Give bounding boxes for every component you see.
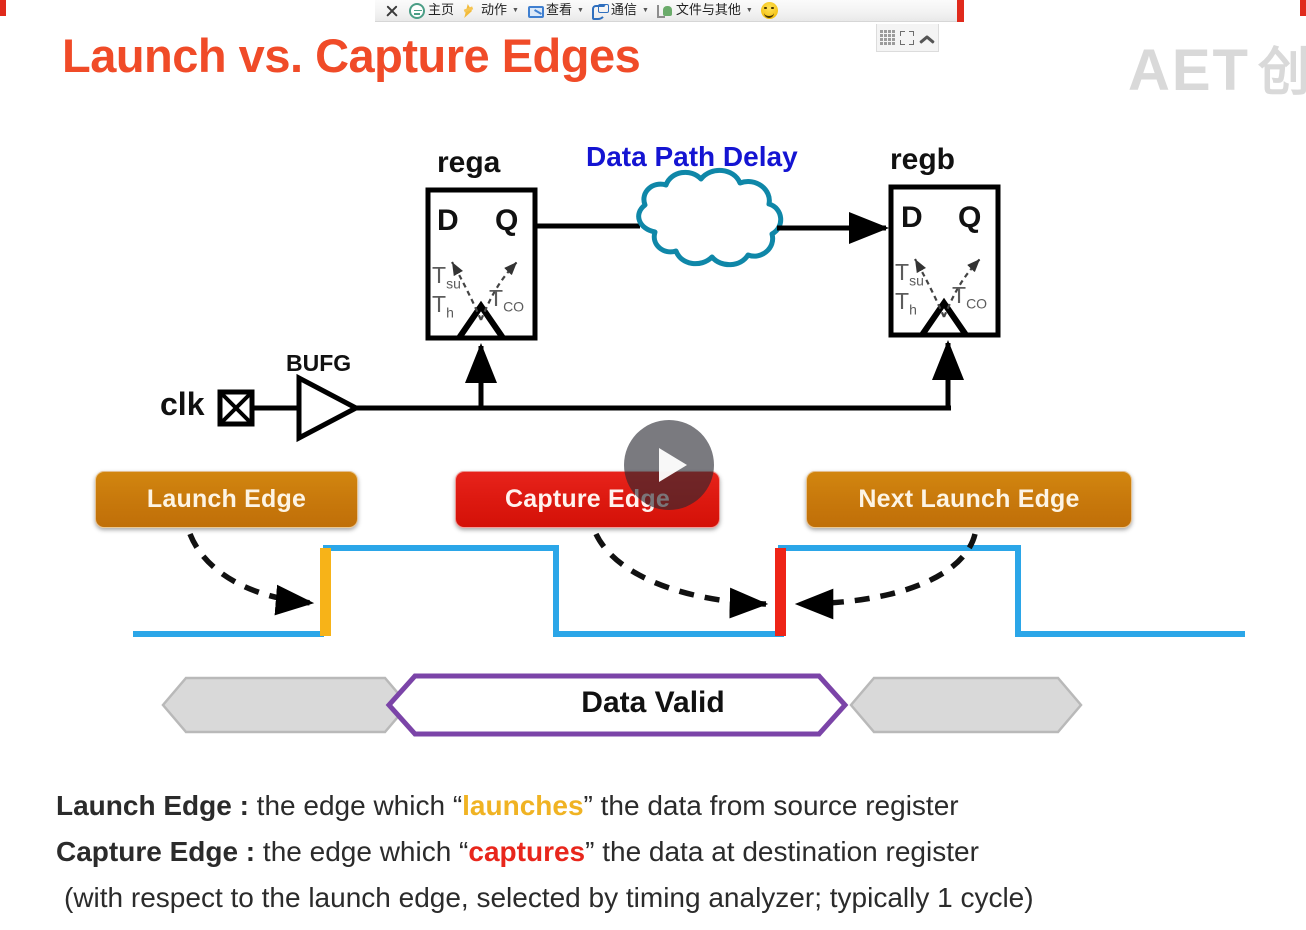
close-button[interactable]	[379, 0, 405, 22]
regb-pin-q: Q	[958, 201, 982, 234]
bolt-icon	[462, 3, 478, 19]
legend-launch-term: Launch Edge :	[56, 790, 249, 821]
close-icon	[383, 2, 401, 20]
launch-edge-badge: Launch Edge	[95, 471, 358, 528]
slide-title: Launch vs. Capture Edges	[62, 29, 641, 82]
fullscreen-icon[interactable]	[899, 30, 914, 45]
register-name-regb: regb	[890, 143, 956, 176]
legend-line-note: (with respect to the launch edge, select…	[64, 882, 1034, 913]
toolbar-item-home[interactable]: 主页	[405, 0, 458, 22]
rega-tco-label: TCO	[489, 285, 525, 315]
chevron-down-icon: ▼	[512, 7, 519, 14]
play-button[interactable]	[624, 420, 714, 510]
home-icon	[409, 2, 425, 19]
chevron-down-icon: ▼	[576, 7, 584, 14]
toolbar-item-communication[interactable]: 通信 ▼	[588, 0, 653, 22]
slide-player-root: 主页 动作 ▼ 查看 ▼ 通信 ▼ 文件与其他 ▼ Launch vs. Cap…	[0, 0, 1306, 930]
watermark: AET 创	[1128, 30, 1306, 105]
register-name-rega: rega	[437, 146, 501, 179]
legend-line-capture: Capture Edge : the edge which “captures”…	[56, 829, 1286, 875]
rega-th-label: Th	[432, 291, 454, 321]
regb-tsu-label: Tsu	[895, 259, 924, 289]
legend: Launch Edge : the edge which “launches” …	[56, 783, 1286, 921]
data-valid-label: Data Valid	[581, 686, 725, 719]
rega-tsu-label: Tsu	[432, 262, 461, 292]
next-launch-edge-badge: Next Launch Edge	[806, 471, 1132, 528]
rega-pin-d: D	[437, 204, 459, 237]
toolbar-label-files-and-other: 文件与其他	[675, 2, 741, 18]
toolbar-item-files-and-other[interactable]: 文件与其他 ▼	[653, 0, 757, 22]
toolbar-label-communication: 通信	[610, 2, 637, 18]
phone-icon	[591, 3, 609, 20]
legend-capture-term: Capture Edge :	[56, 836, 256, 867]
next-launch-edge-label: Next Launch Edge	[858, 485, 1080, 513]
toolbar-label-actions: 动作	[481, 2, 508, 18]
clk-label: clk	[160, 386, 205, 422]
legend-capture-a: the edge which “	[255, 836, 469, 867]
toolbar-label-view: 查看	[545, 2, 572, 18]
legend-capture-highlight: captures	[468, 836, 586, 867]
smiley-button[interactable]	[757, 0, 782, 22]
player-toolbar: 主页 动作 ▼ 查看 ▼ 通信 ▼ 文件与其他 ▼	[375, 0, 964, 22]
grid-icon[interactable]	[879, 30, 895, 45]
play-icon	[658, 448, 687, 482]
rega-pin-q: Q	[495, 204, 519, 237]
smiley-icon	[760, 2, 778, 19]
legend-launch-a: the edge which “	[248, 790, 463, 821]
right-page-edge	[1300, 0, 1306, 16]
view-icon	[527, 3, 544, 19]
left-page-edge	[0, 0, 6, 16]
watermark-text: AET	[1127, 38, 1250, 103]
legend-capture-b: ” the data at destination register	[585, 836, 979, 867]
bufg-label: BUFG	[286, 350, 352, 376]
regb-th-label: Th	[895, 288, 917, 318]
watermark-cn: 创	[1257, 44, 1306, 102]
launch-edge-label: Launch Edge	[146, 485, 307, 513]
regb-tco-label: TCO	[952, 282, 988, 312]
legend-line-launch: Launch Edge : the edge which “launches” …	[56, 783, 1286, 829]
legend-launch-highlight: launches	[462, 790, 584, 821]
toolbar-item-actions[interactable]: 动作 ▼	[458, 0, 523, 22]
legend-launch-b: ” the data from source register	[583, 790, 959, 821]
toolbar-right-stub	[957, 0, 964, 22]
view-controls	[876, 24, 939, 52]
data-path-delay-label: Data Path Delay	[586, 141, 798, 172]
chevron-up-icon[interactable]	[919, 32, 935, 44]
chevron-down-icon: ▼	[745, 7, 753, 14]
toolbar-label-home: 主页	[428, 2, 455, 18]
chevron-down-icon: ▼	[641, 7, 649, 14]
toolbar-item-view[interactable]: 查看 ▼	[523, 0, 588, 22]
regb-pin-d: D	[901, 201, 923, 234]
file-icon	[656, 3, 673, 19]
